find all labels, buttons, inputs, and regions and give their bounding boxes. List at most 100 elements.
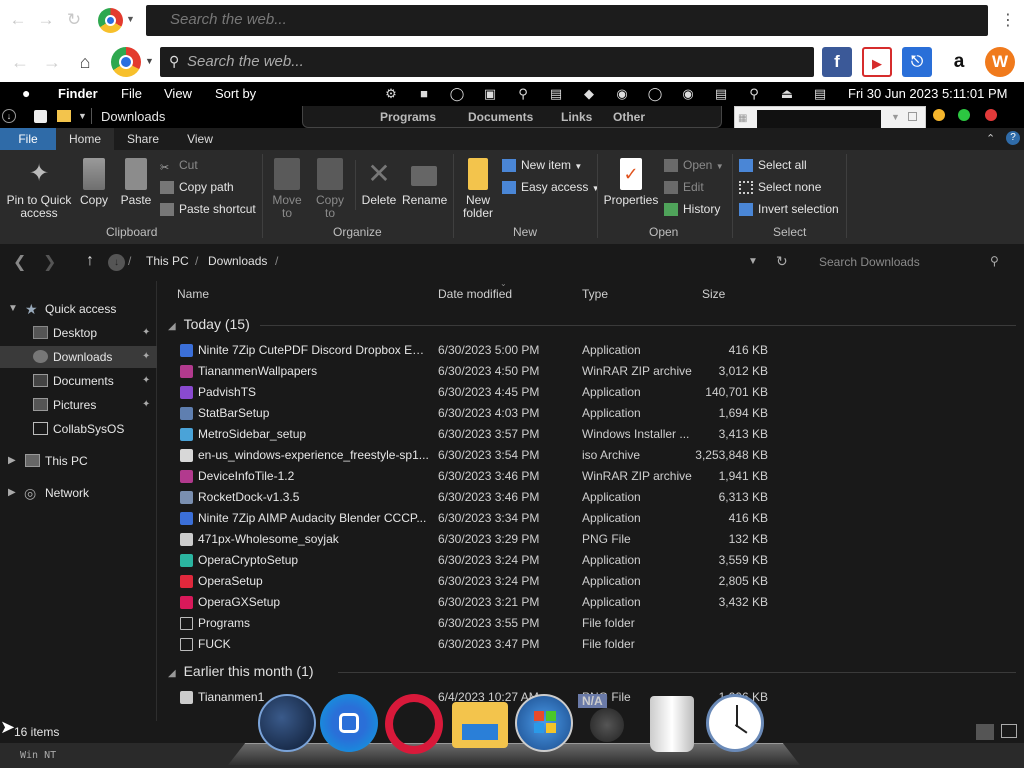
tray-icon-2[interactable]: ■ bbox=[416, 86, 432, 102]
refresh-icon[interactable]: ↻ bbox=[776, 253, 788, 270]
column-header-date[interactable]: Date modified bbox=[438, 287, 512, 301]
collapse-icon[interactable]: ◢ bbox=[168, 668, 176, 679]
expand-icon[interactable]: ▶ bbox=[8, 450, 16, 472]
rename-button[interactable]: Rename bbox=[402, 158, 447, 207]
menu-app-name[interactable]: Finder bbox=[58, 86, 98, 101]
tray-icon-6[interactable]: ▤ bbox=[548, 86, 564, 102]
group-header-earlier[interactable]: ◢ Earlier this month (1) bbox=[168, 663, 1018, 679]
explorer-icon[interactable] bbox=[452, 702, 508, 748]
select-all-button[interactable]: Select all bbox=[739, 156, 807, 174]
tray-icon-5[interactable]: ⚲ bbox=[515, 86, 531, 102]
tray-icon-8[interactable]: ◉ bbox=[614, 86, 630, 102]
stack-documents[interactable]: Documents bbox=[468, 110, 533, 124]
new-folder-button[interactable]: New folder bbox=[458, 158, 498, 220]
apple-icon[interactable]: ● bbox=[22, 85, 30, 101]
menu-file[interactable]: File bbox=[121, 86, 142, 101]
nav-item-collabsysos[interactable]: CollabSysOS bbox=[0, 418, 157, 440]
amazon-icon[interactable]: a bbox=[944, 47, 974, 77]
invert-selection-button[interactable]: Invert selection bbox=[739, 200, 839, 218]
file-row[interactable]: TiananmenWallpapers 6/30/2023 4:50 PM WinR… bbox=[176, 361, 1016, 382]
tray-icon-1[interactable]: ⚙ bbox=[383, 86, 399, 102]
tab-view[interactable]: View bbox=[172, 128, 228, 150]
file-row[interactable]: RocketDock-v1.3.5 6/30/2023 3:46 PM Applic… bbox=[176, 487, 1016, 508]
nav-item-desktop[interactable]: Desktop ✦ bbox=[0, 322, 157, 344]
tray-icon-3[interactable]: ◯ bbox=[449, 86, 465, 102]
pin-quick-access-button[interactable]: ✦ Pin to Quick access bbox=[6, 158, 72, 220]
tiles-view-icon[interactable] bbox=[1001, 724, 1017, 738]
trash-icon[interactable] bbox=[650, 696, 694, 752]
tray-icon-10[interactable]: ◉ bbox=[680, 86, 696, 102]
opera-icon[interactable] bbox=[385, 694, 443, 754]
properties-quick-icon[interactable] bbox=[34, 110, 47, 123]
collapse-ribbon-icon[interactable]: ⌃ bbox=[986, 132, 995, 145]
back-circle-icon[interactable]: ↓ bbox=[2, 109, 16, 123]
menu-sort-by[interactable]: Sort by bbox=[215, 86, 256, 101]
home-icon[interactable]: ⌂ bbox=[74, 51, 96, 73]
stack-other[interactable]: Other bbox=[613, 110, 645, 124]
youtube-icon[interactable]: ▶ bbox=[862, 47, 892, 77]
tray-icon-4[interactable]: ▣ bbox=[482, 86, 498, 102]
copy-button[interactable]: Copy bbox=[78, 158, 110, 207]
chevron-down-icon[interactable]: ▼ bbox=[748, 256, 758, 267]
expand-icon[interactable]: ▼ bbox=[8, 298, 18, 320]
windows-icon[interactable] bbox=[515, 694, 573, 752]
nav-network[interactable]: ▶ ◎ Network bbox=[0, 482, 157, 504]
easy-access-button[interactable]: Easy access ▼ bbox=[502, 178, 600, 196]
stack-programs[interactable]: Programs bbox=[380, 110, 436, 124]
file-row[interactable]: OperaCryptoSetup 6/30/2023 3:24 PM Applica… bbox=[176, 550, 1016, 571]
file-row[interactable]: en-us_windows-experience_freestyle-sp1..… bbox=[176, 445, 1016, 466]
square-icon[interactable] bbox=[908, 112, 917, 121]
breadcrumb-downloads[interactable]: Downloads bbox=[208, 254, 267, 268]
column-header-name[interactable]: Name bbox=[177, 287, 209, 301]
chevron-down-icon[interactable]: ▼ bbox=[78, 111, 87, 121]
nav-quick-access[interactable]: ▼ ★ Quick access bbox=[0, 298, 157, 320]
file-row[interactable]: OperaSetup 6/30/2023 3:24 PM Application 2,… bbox=[176, 571, 1016, 592]
history-button[interactable]: History bbox=[664, 200, 720, 218]
open-button[interactable]: Open ▼ bbox=[664, 156, 724, 174]
file-row[interactable]: FUCK 6/30/2023 3:47 PM File folder bbox=[176, 634, 1016, 655]
expand-icon[interactable]: ▶ bbox=[8, 482, 16, 504]
tray-icon-11[interactable]: ▤ bbox=[713, 86, 729, 102]
search-icon[interactable]: ⚲ bbox=[746, 86, 762, 102]
tab-home[interactable]: Home bbox=[56, 128, 114, 150]
steam-icon[interactable] bbox=[258, 694, 316, 752]
file-row[interactable]: Ninite 7Zip CutePDF Discord Dropbox Ecl.… bbox=[176, 340, 1016, 361]
new-item-button[interactable]: New item ▼ bbox=[502, 156, 582, 174]
search-downloads-field[interactable]: Search Downloads ⚲ bbox=[806, 250, 1012, 274]
chevron-down-icon[interactable]: ▼ bbox=[126, 14, 135, 24]
facebook-icon[interactable]: f bbox=[822, 47, 852, 77]
tab-file[interactable]: File bbox=[0, 128, 56, 150]
menubar-clock[interactable]: Fri 30 Jun 2023 5:11:01 PM bbox=[848, 86, 1007, 101]
widget-input[interactable] bbox=[757, 110, 881, 128]
file-row[interactable]: Programs 6/30/2023 3:55 PM File folder bbox=[176, 613, 1016, 634]
clock-icon[interactable] bbox=[706, 694, 764, 752]
na-icon[interactable]: N/A bbox=[578, 694, 634, 744]
up-icon[interactable]: ↑ bbox=[86, 252, 94, 270]
chevron-down-icon[interactable]: ▼ bbox=[145, 56, 154, 66]
file-row[interactable]: MetroSidebar_setup 6/30/2023 3:57 PM Windo… bbox=[176, 424, 1016, 445]
select-none-button[interactable]: Select none bbox=[739, 178, 821, 196]
chevron-down-icon[interactable]: ▼ bbox=[891, 112, 900, 122]
file-row[interactable]: OperaGXSetup 6/30/2023 3:21 PM Application… bbox=[176, 592, 1016, 613]
menu-view[interactable]: View bbox=[164, 86, 192, 101]
properties-button[interactable]: ✓ Properties bbox=[602, 158, 660, 207]
eject-icon[interactable]: ⏏ bbox=[779, 86, 795, 102]
reload-icon[interactable]: ↻ bbox=[64, 10, 84, 30]
delete-button[interactable]: ✕ Delete bbox=[360, 158, 398, 207]
nav-this-pc[interactable]: ▶ This PC bbox=[0, 450, 157, 472]
maximize-icon[interactable] bbox=[958, 109, 970, 121]
minimize-icon[interactable] bbox=[933, 109, 945, 121]
collapse-icon[interactable]: ◢ bbox=[168, 321, 176, 332]
menu-icon[interactable]: ⋮ bbox=[1000, 10, 1016, 30]
move-to-button[interactable]: Move to bbox=[268, 158, 306, 220]
paste-shortcut-button[interactable]: Paste shortcut bbox=[160, 200, 256, 218]
group-header-today[interactable]: ◢ Today (15) bbox=[168, 316, 1018, 332]
app-icon[interactable] bbox=[320, 694, 378, 752]
paste-button[interactable]: Paste bbox=[118, 158, 154, 207]
search-bar-top[interactable]: Search the web... bbox=[146, 5, 988, 36]
toggle-icon[interactable]: ▤ bbox=[812, 86, 828, 102]
copy-to-button[interactable]: Copy to bbox=[312, 158, 348, 220]
help-icon[interactable]: ? bbox=[1006, 131, 1020, 145]
nav-item-downloads[interactable]: Downloads ✦ bbox=[0, 346, 157, 368]
search-bar[interactable]: ⚲ Search the web... bbox=[160, 47, 814, 77]
